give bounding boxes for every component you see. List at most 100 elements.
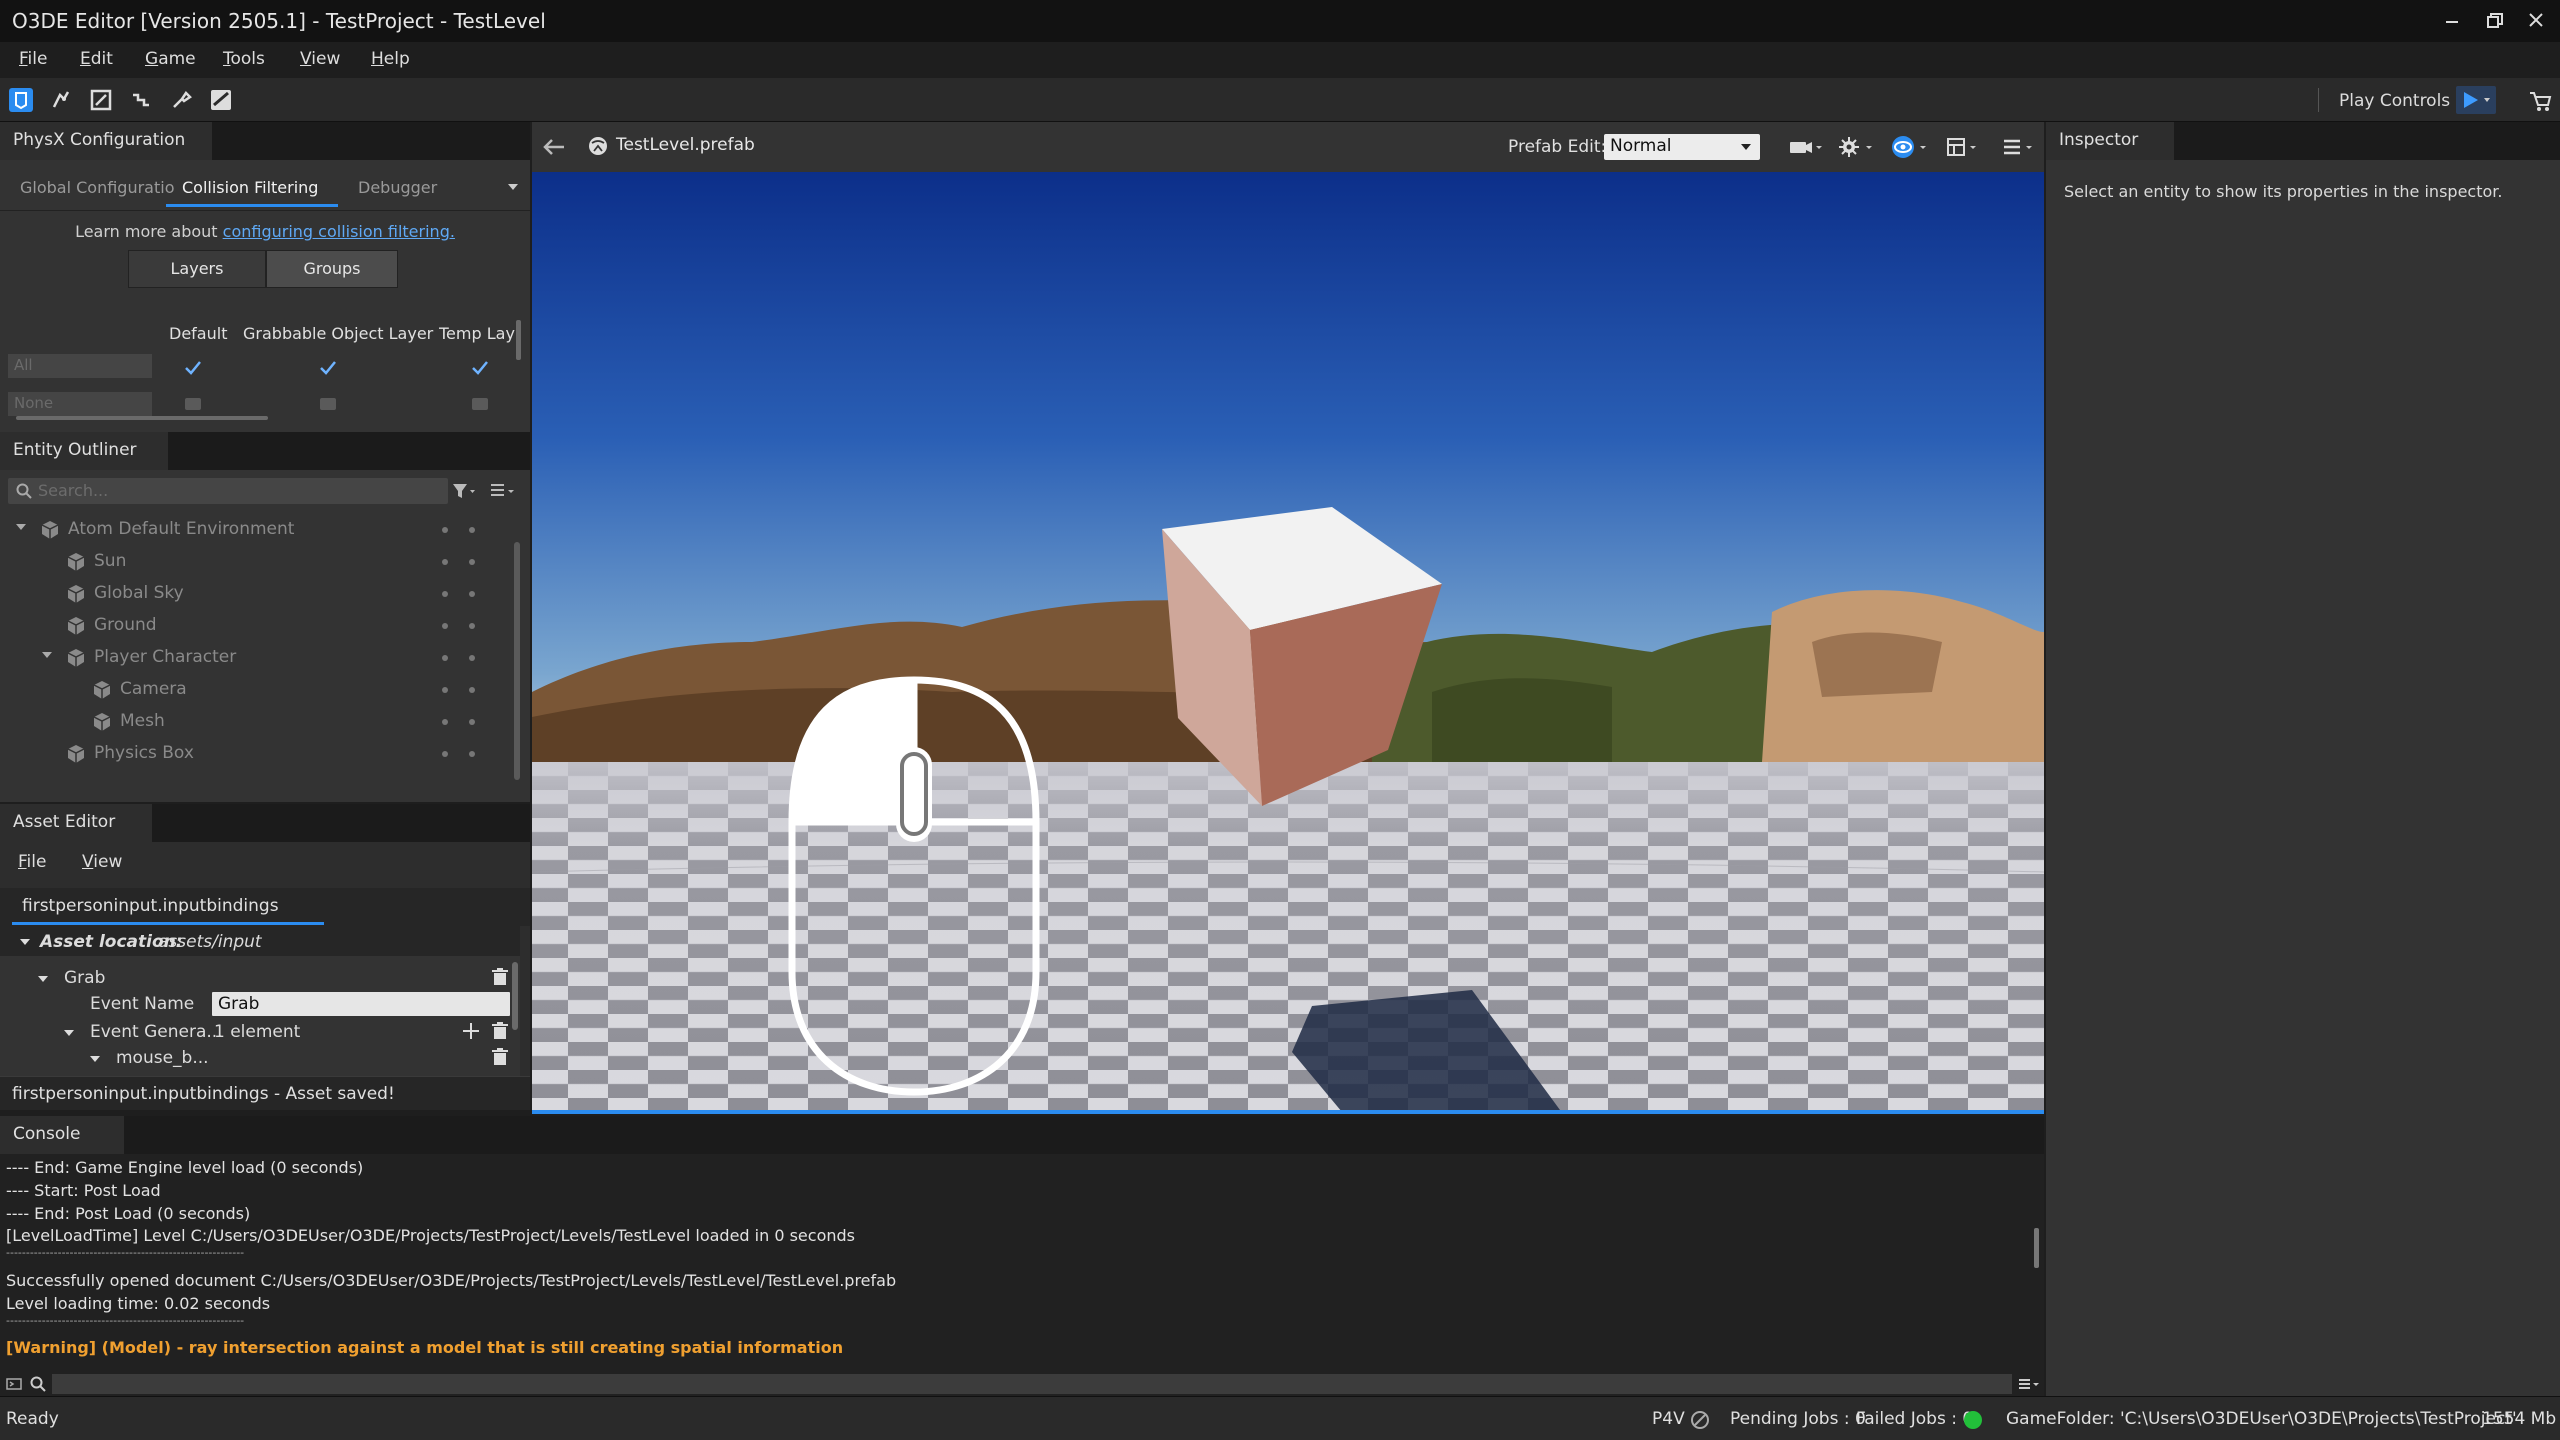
mouse-button-item[interactable]: mouse_b... — [116, 1048, 209, 1068]
entity-outliner-panel: Entity Outliner Search... Atom Default E… — [0, 432, 530, 802]
log-line: Level loading time: 0.02 seconds — [6, 1294, 271, 1313]
asset-status-bar: firstpersoninput.inputbindings - Asset s… — [0, 1076, 530, 1110]
p4v-status-icon[interactable] — [1690, 1410, 1710, 1430]
restore-button[interactable] — [2474, 6, 2514, 36]
asset-scrollbar[interactable] — [512, 962, 518, 1030]
horizontal-scrollbar[interactable] — [16, 416, 268, 420]
title-bar: O3DE Editor [Version 2505.1] - TestProje… — [0, 0, 2560, 42]
asset-menu-file[interactable]: File — [18, 852, 46, 872]
close-button[interactable] — [2516, 6, 2556, 36]
column-temp-layer: Temp Lay — [439, 324, 515, 343]
checkbox-all-grabbable[interactable] — [318, 358, 338, 378]
entity-icon — [41, 521, 59, 539]
layout-menu-icon[interactable] — [1946, 136, 1982, 158]
debug-settings-icon[interactable] — [1838, 136, 1874, 158]
select-mode-icon[interactable] — [8, 87, 34, 113]
inspector-empty-message: Select an entity to show its properties … — [2064, 182, 2503, 201]
main-toolbar: Play Controls — [0, 78, 2560, 122]
menu-help[interactable]: Help — [371, 49, 410, 69]
play-game-button[interactable] — [2456, 86, 2496, 114]
expand-arrow-icon[interactable] — [62, 1026, 76, 1040]
filter-icon[interactable] — [452, 482, 476, 500]
checkbox-all-default[interactable] — [183, 358, 203, 378]
checkbox-none-temp[interactable] — [472, 398, 488, 410]
viewport-options-icon[interactable] — [2002, 136, 2038, 158]
asset-file-tab[interactable]: firstpersoninput.inputbindings — [0, 888, 530, 926]
3d-viewport[interactable] — [532, 172, 2044, 1112]
groups-segment[interactable]: Groups — [266, 250, 398, 288]
minimize-button[interactable] — [2432, 6, 2472, 36]
menu-bar: File Edit Game Tools View Help — [0, 42, 2560, 78]
inspector-panel-title: Inspector — [2046, 122, 2174, 160]
entity-icon — [67, 585, 85, 603]
snap-tool-icon[interactable] — [168, 87, 194, 113]
display-options-icon[interactable] — [490, 482, 516, 500]
simulate-button[interactable] — [2526, 87, 2552, 113]
prefab-edit-dropdown[interactable]: Normal — [1604, 134, 1760, 160]
delete-item-icon[interactable] — [492, 1048, 508, 1066]
entity-icon — [93, 713, 111, 731]
camera-menu-icon[interactable] — [1788, 136, 1824, 158]
expand-arrow-icon[interactable] — [40, 648, 54, 662]
expand-arrow-icon[interactable] — [88, 1052, 102, 1066]
log-line: Successfully opened document C:/Users/O3… — [6, 1271, 897, 1290]
console-options-icon[interactable] — [2018, 1376, 2042, 1392]
rotate-tool-icon[interactable] — [128, 87, 154, 113]
viewport-header: TestLevel.prefab Prefab Edit: Normal — [532, 122, 2044, 172]
memory-usage: 1554 Mb — [2482, 1409, 2557, 1429]
columns-scrollbar[interactable] — [516, 320, 521, 360]
expand-arrow-icon[interactable] — [36, 972, 50, 986]
menu-tools[interactable]: Tools — [223, 49, 265, 69]
tab-overflow-chevron-icon[interactable] — [506, 182, 520, 192]
move-tool-icon[interactable] — [48, 87, 74, 113]
column-default: Default — [169, 324, 228, 343]
add-element-icon[interactable] — [462, 1022, 480, 1040]
asset-menu-view[interactable]: View — [82, 852, 122, 872]
back-arrow-icon[interactable] — [542, 136, 566, 158]
prefab-edit-label: Prefab Edit: — [1508, 137, 1607, 157]
search-icon — [30, 1376, 46, 1392]
visibility-toggle-icon[interactable] — [1890, 134, 1930, 160]
checkbox-all-temp[interactable] — [470, 358, 490, 378]
delete-elements-icon[interactable] — [492, 1022, 508, 1040]
asset-editor-panel-title: Asset Editor — [0, 804, 152, 842]
menu-file[interactable]: File — [19, 49, 47, 69]
terrain-tool-icon[interactable] — [208, 87, 234, 113]
checkbox-none-grabbable[interactable] — [320, 398, 336, 410]
asset-location-value: assets/input — [158, 932, 262, 952]
outliner-panel-title: Entity Outliner — [0, 432, 168, 470]
window-title: O3DE Editor [Version 2505.1] - TestProje… — [12, 9, 546, 33]
expand-arrow-icon[interactable] — [18, 935, 32, 949]
entity-icon — [93, 681, 111, 699]
entity-icon — [67, 649, 85, 667]
physx-panel-title: PhysX Configuration — [0, 122, 212, 160]
tab-global-configuration[interactable]: Global Configuratio — [20, 178, 175, 197]
play-controls-label: Play Controls — [2339, 91, 2451, 111]
menu-game[interactable]: Game — [145, 49, 196, 69]
console-scrollbar[interactable] — [2034, 1228, 2039, 1268]
group-name: Grab — [64, 968, 106, 988]
scale-tool-icon[interactable] — [88, 87, 114, 113]
expand-arrow-icon[interactable] — [14, 520, 28, 534]
inspector-panel: Inspector Select an entity to show its p… — [2046, 122, 2560, 1396]
console-panel-title: Console — [0, 1116, 124, 1154]
event-name-input[interactable]: Grab — [212, 992, 510, 1016]
prefab-globe-icon — [588, 136, 608, 156]
tab-collision-filtering[interactable]: Collision Filtering — [182, 178, 318, 197]
tab-debugger[interactable]: Debugger — [358, 178, 437, 197]
status-bar: Ready P4V Pending Jobs : 0 Failed Jobs :… — [0, 1396, 2560, 1440]
outliner-scrollbar[interactable] — [514, 542, 520, 780]
scene-render — [532, 172, 2044, 1112]
asset-properties: Asset location: assets/input Grab Event … — [0, 926, 520, 1076]
collision-filtering-link[interactable]: configuring collision filtering. — [223, 222, 455, 241]
entity-icon — [67, 553, 85, 571]
menu-view[interactable]: View — [300, 49, 340, 69]
outliner-search-input[interactable]: Search... — [8, 478, 448, 504]
asset-processor-status-icon[interactable] — [1964, 1411, 1982, 1429]
layers-segment[interactable]: Layers — [128, 250, 266, 288]
menu-edit[interactable]: Edit — [80, 49, 113, 69]
log-line: ----------------------------------------… — [6, 1314, 245, 1327]
delete-group-icon[interactable] — [492, 968, 508, 986]
console-command-input[interactable] — [52, 1374, 2012, 1394]
checkbox-none-default[interactable] — [185, 398, 201, 410]
